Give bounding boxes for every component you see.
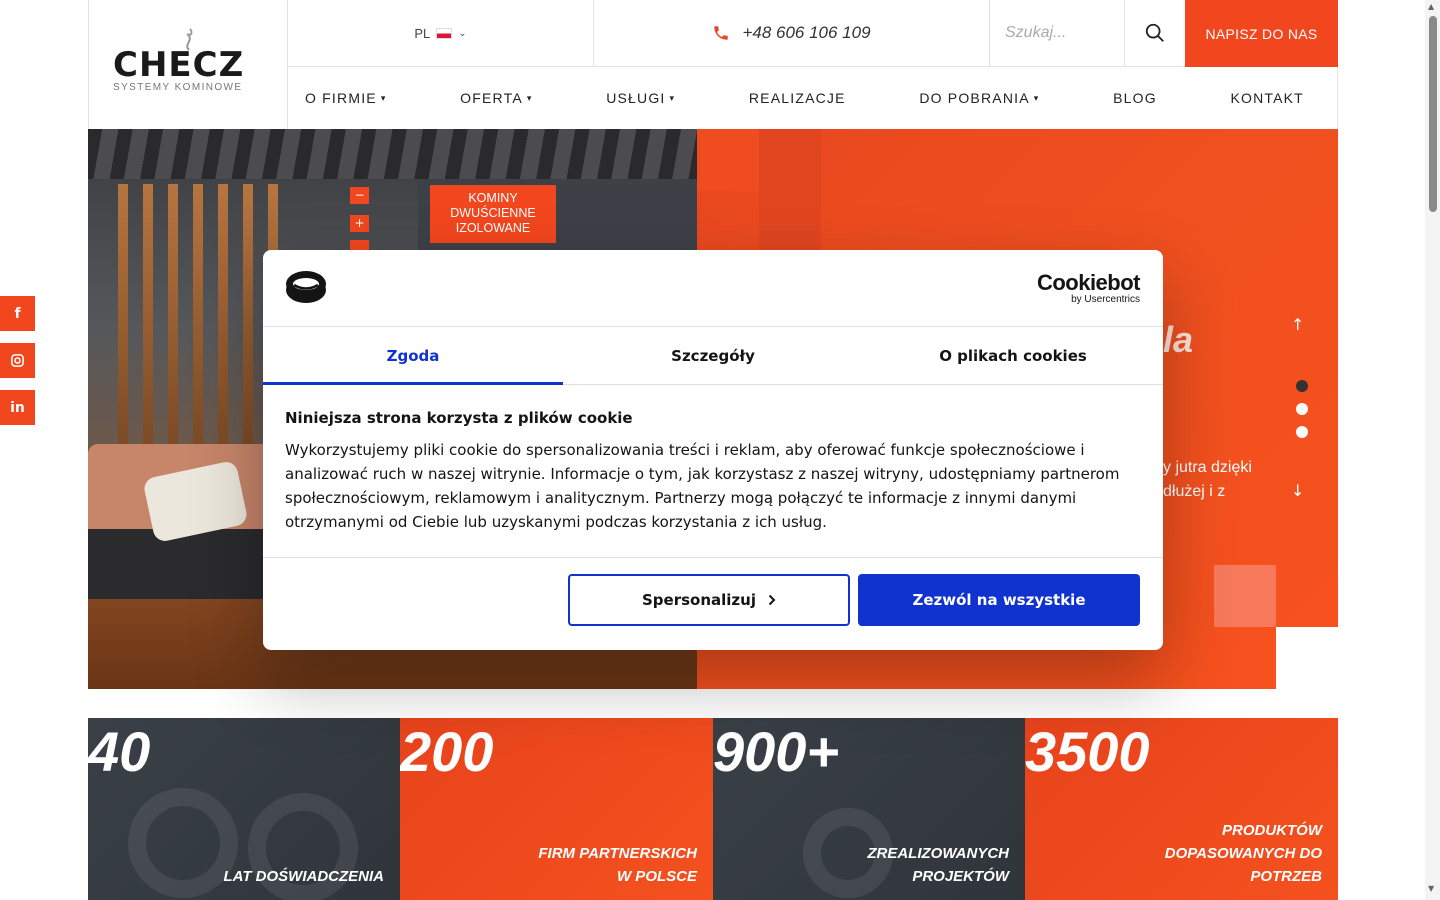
cookie-dialog-header: Cookiebot by Usercentrics: [263, 250, 1163, 327]
cookiebot-wordmark: Cookiebot: [1036, 270, 1141, 295]
cookie-dialog-footer: Spersonalizuj Zezwól na wszystkie: [263, 558, 1163, 649]
page: CHECZ SYSTEMY KOMINOWE PL ⌄ +48 606 106 …: [0, 0, 1440, 900]
scrollbar[interactable]: ▲ ▼: [1425, 0, 1440, 900]
customize-button[interactable]: Spersonalizuj: [568, 574, 850, 626]
allow-all-button[interactable]: Zezwól na wszystkie: [858, 574, 1140, 626]
cookie-dialog-text: Wykorzystujemy pliki cookie do spersonal…: [285, 441, 1120, 531]
scrollbar-thumb[interactable]: [1429, 16, 1437, 212]
cookie-logo-icon: [286, 271, 326, 303]
cookie-consent-dialog: Cookiebot by Usercentrics Zgoda Szczegół…: [263, 250, 1163, 650]
tab-szczegoly[interactable]: Szczegóły: [563, 327, 863, 384]
tab-o-plikach-cookies[interactable]: O plikach cookies: [863, 327, 1163, 384]
cookie-dialog-body: Niniejsza strona korzysta z plików cooki…: [263, 385, 1163, 558]
scroll-down-icon[interactable]: ▼: [1428, 884, 1434, 893]
cookiebot-brand[interactable]: Cookiebot by Usercentrics: [1036, 270, 1141, 306]
cookiebot-subtitle: by Usercentrics: [1071, 294, 1140, 305]
chevron-right-icon: [768, 594, 776, 606]
tab-zgoda[interactable]: Zgoda: [263, 327, 563, 385]
scroll-up-icon[interactable]: ▲: [1428, 2, 1434, 11]
customize-button-label: Spersonalizuj: [642, 591, 756, 609]
cookie-dialog-title: Niniejsza strona korzysta z plików cooki…: [285, 409, 633, 427]
cookie-tabs: Zgoda Szczegóły O plikach cookies: [263, 327, 1163, 385]
